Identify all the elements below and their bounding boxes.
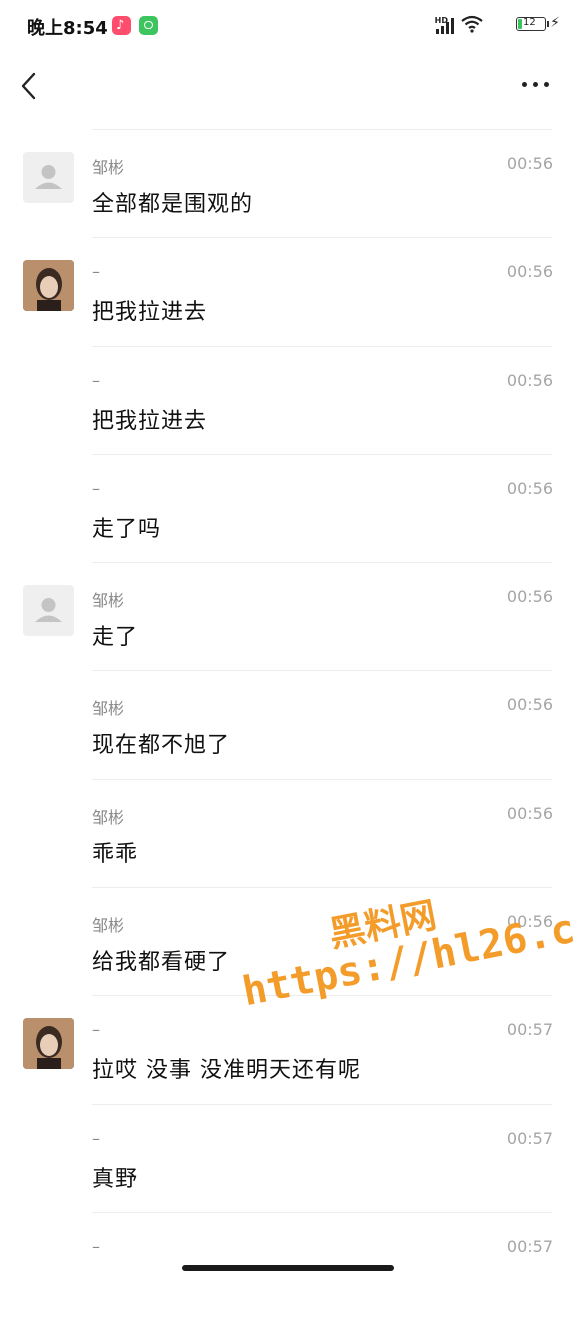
wifi-icon (461, 15, 483, 33)
avatar[interactable] (23, 1018, 74, 1070)
message-text: 乖乖 (92, 841, 139, 867)
message-text: 真野 (92, 1166, 139, 1192)
profile-photo (23, 260, 74, 312)
message-text: 把我拉进去 (92, 300, 208, 326)
avatar[interactable] (23, 260, 74, 312)
tiktok-icon (112, 16, 131, 35)
message-list[interactable]: 邹彬 00:56 全部都是围观的 – 00:56 把我拉进去 – 00:56 把我拉进去 – 00:… (0, 130, 576, 1321)
message-time: 00:56 (506, 912, 553, 932)
wechat-icon (139, 16, 158, 35)
sender-name: 邹彬 (92, 699, 125, 719)
message-time: 00:56 (506, 370, 553, 390)
sender-name: – (92, 1236, 100, 1256)
message-time: 00:57 (506, 1236, 553, 1256)
nav-bar (0, 52, 576, 120)
message-text: 给我都看硬了 (92, 950, 231, 976)
message-text: 全部都是围观的 (92, 192, 254, 217)
sender-name: – (92, 478, 100, 498)
sender-name: – (92, 262, 100, 282)
message-text: 走了吗 (92, 516, 162, 542)
back-arrow-icon[interactable] (18, 72, 40, 100)
sender-name: 邹彬 (92, 807, 125, 827)
avatar[interactable] (23, 585, 74, 637)
status-time: 晚上8:54 (27, 18, 108, 39)
battery-icon: 12 (516, 17, 546, 31)
message-item[interactable]: – 00:56 把我拉进去 (0, 347, 576, 455)
message-item[interactable]: – 00:56 把我拉进去 (0, 238, 576, 347)
message-item[interactable]: 邹彬 00:56 现在都不旭了 (0, 671, 576, 780)
message-item[interactable]: 邹彬 00:56 乖乖 (0, 780, 576, 889)
message-item[interactable]: 邹彬 00:56 给我都看硬了 (0, 888, 576, 997)
charging-icon: ⚡ (550, 15, 560, 31)
message-text: 拉哎 没事 没准明天还有呢 (92, 1058, 361, 1084)
message-text: 把我拉进去 (92, 408, 208, 434)
message-text: 走了 (92, 625, 139, 651)
signal-icon (436, 18, 456, 34)
sender-name: 邹彬 (92, 916, 125, 936)
message-item[interactable]: 邹彬 00:56 走了 (0, 563, 576, 672)
battery-level: 12 (523, 17, 536, 28)
message-time: 00:56 (506, 154, 553, 173)
message-time: 00:57 (506, 1128, 553, 1148)
message-item[interactable]: – 00:56 走了吗 (0, 455, 576, 564)
message-time: 00:57 (506, 1020, 553, 1040)
message-time: 00:56 (506, 587, 553, 607)
more-options-icon[interactable] (522, 82, 550, 90)
message-text: 现在都不旭了 (92, 733, 231, 759)
message-time: 00:56 (506, 478, 553, 498)
sender-name: 邹彬 (92, 158, 125, 177)
avatar[interactable] (23, 152, 74, 203)
sender-name: – (92, 1128, 100, 1148)
profile-photo (23, 1018, 74, 1070)
sender-name: – (92, 370, 100, 390)
message-time: 00:56 (506, 803, 553, 823)
sender-name: – (92, 1020, 100, 1040)
message-item[interactable]: 邹彬 00:56 全部都是围观的 (0, 130, 576, 239)
battery-tip (547, 21, 549, 27)
default-avatar-icon (35, 165, 62, 189)
home-indicator[interactable] (182, 1265, 394, 1271)
default-avatar-icon (35, 598, 62, 623)
sender-name: 邹彬 (92, 591, 125, 611)
message-time: 00:56 (506, 695, 553, 715)
message-time: 00:56 (506, 262, 553, 282)
status-bar: 晚上8:54 HD 12 ⚡ (0, 0, 576, 52)
message-item[interactable]: – 00:57 拉哎 没事 没准明天还有呢 (0, 996, 576, 1105)
message-item[interactable]: – 00:57 真野 (0, 1105, 576, 1213)
